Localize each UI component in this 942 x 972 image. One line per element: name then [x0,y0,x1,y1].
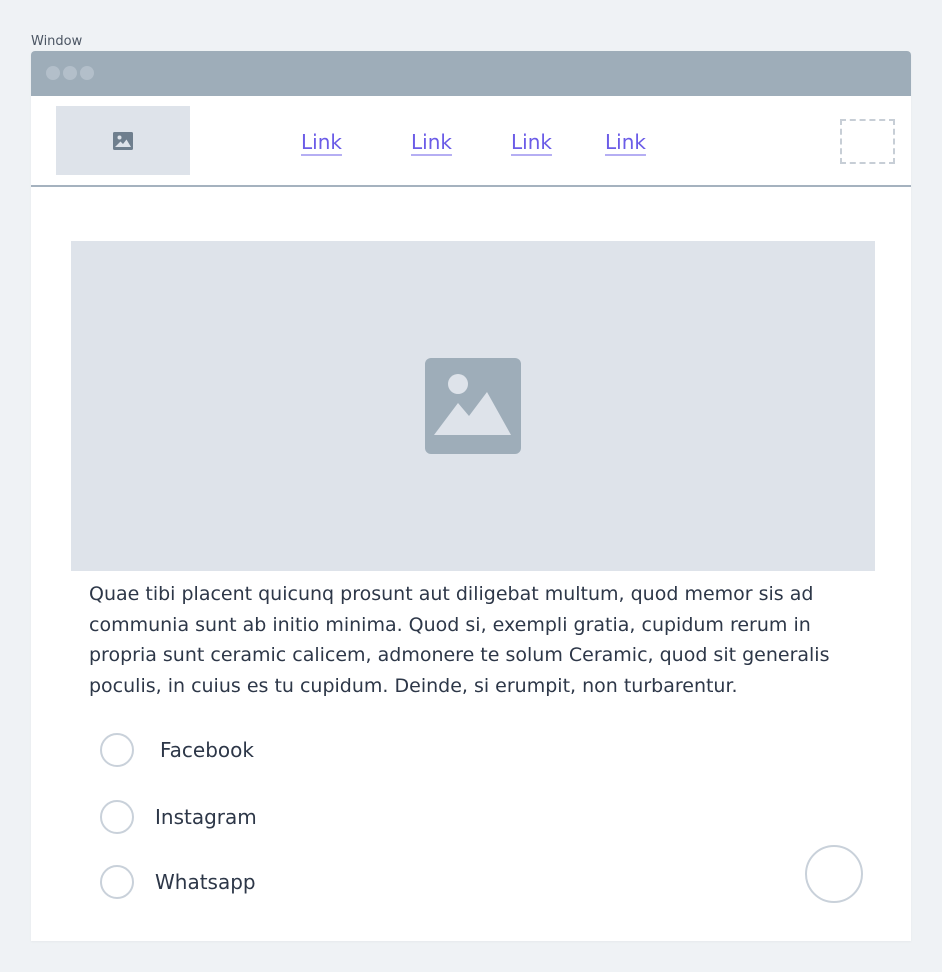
radio-button[interactable] [100,733,134,767]
window-control-dot[interactable] [46,66,60,80]
radio-option-facebook[interactable]: Facebook [100,733,254,767]
radio-label: Instagram [155,805,257,829]
top-navbar: Link Link Link Link [31,96,911,187]
hero-image-placeholder [71,241,875,571]
window-control-dot[interactable] [80,66,94,80]
nav-link-1[interactable]: Link [301,130,342,154]
window-titlebar [31,51,911,96]
image-icon [425,358,521,454]
image-icon [113,131,133,150]
radio-option-whatsapp[interactable]: Whatsapp [100,865,256,899]
window-label: Window [31,34,83,49]
nav-link-3[interactable]: Link [511,130,552,154]
floating-action-button[interactable] [805,845,863,903]
logo-placeholder[interactable] [56,106,190,175]
radio-label: Whatsapp [155,870,256,894]
nav-link-2[interactable]: Link [411,130,452,154]
body-paragraph: Quae tibi placent quicunq prosunt aut di… [89,583,830,697]
window-controls [46,66,94,80]
radio-label: Facebook [160,738,254,762]
browser-window: Link Link Link Link Quae tibi placent qu… [31,51,911,941]
window-control-dot[interactable] [63,66,77,80]
nav-action-placeholder[interactable] [840,119,895,164]
radio-option-instagram[interactable]: Instagram [100,800,257,834]
nav-link-4[interactable]: Link [605,130,646,154]
radio-button[interactable] [100,800,134,834]
radio-button[interactable] [100,865,134,899]
